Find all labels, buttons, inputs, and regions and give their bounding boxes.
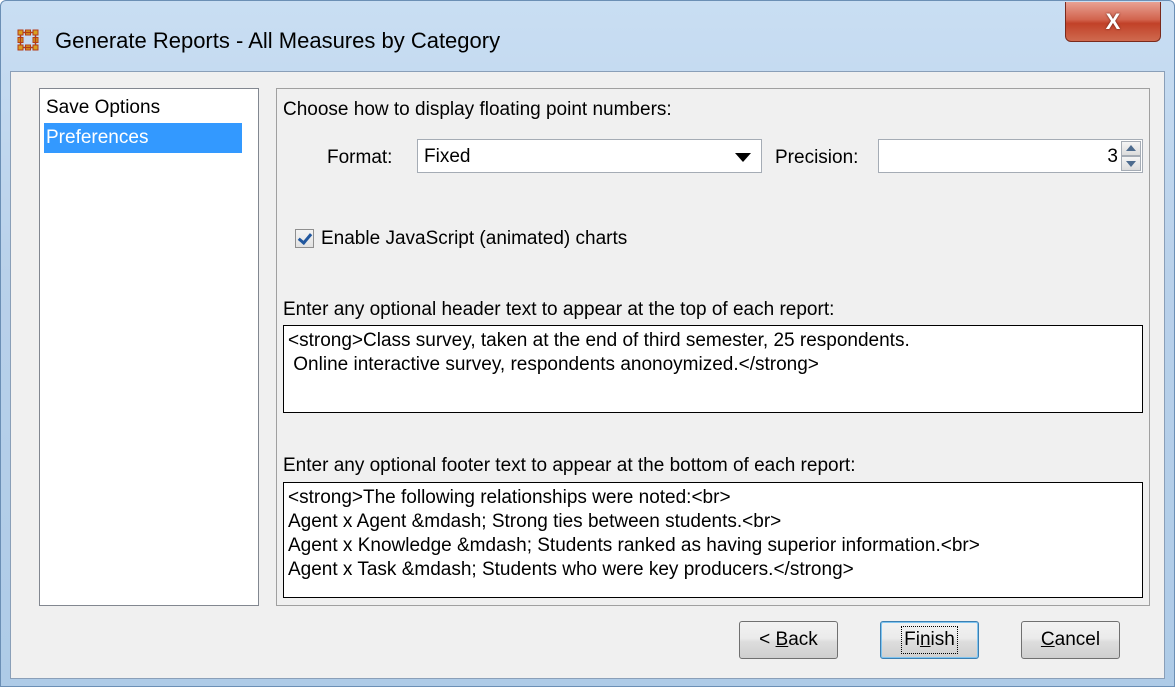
dialog-window: Generate Reports - All Measures by Categ…: [0, 0, 1175, 687]
footer-text-line: Agent x Agent &mdash; Strong ties betwee…: [288, 511, 782, 532]
footer-text-prompt: Enter any optional footer text to appear…: [283, 455, 856, 476]
format-select[interactable]: Fixed: [417, 139, 762, 173]
precision-label: Precision:: [775, 147, 859, 168]
float-format-prompt: Choose how to display floating point num…: [283, 99, 672, 120]
close-icon: X: [1105, 8, 1121, 34]
cancel-button[interactable]: Cancel: [1021, 621, 1120, 659]
dialog-body: Save Options Preferences Choose how to d…: [10, 71, 1165, 679]
window-title: Generate Reports - All Measures by Categ…: [55, 28, 501, 53]
dropdown-arrow-icon: [735, 153, 751, 162]
nav-item-label: Save Options: [46, 97, 161, 118]
preferences-panel: Choose how to display floating point num…: [276, 88, 1150, 606]
nav-item-save-options[interactable]: Save Options: [44, 93, 242, 123]
finish-button[interactable]: Finish: [880, 621, 979, 659]
format-label: Format:: [327, 147, 393, 168]
header-text-prompt: Enter any optional header text to appear…: [283, 299, 835, 320]
header-text-line: Online interactive survey, respondents a…: [288, 354, 819, 375]
precision-spinner[interactable]: 3: [878, 139, 1143, 173]
close-button[interactable]: X: [1065, 2, 1161, 42]
finish-button-label: Finish: [901, 626, 958, 654]
footer-text-line: Agent x Knowledge &mdash; Students ranke…: [288, 535, 980, 556]
options-nav-list: Save Options Preferences: [39, 88, 259, 606]
app-network-icon: [17, 29, 39, 51]
spin-down-arrow-icon[interactable]: [1121, 156, 1141, 171]
header-textarea[interactable]: <strong>Class survey, taken at the end o…: [283, 325, 1143, 413]
title-bar[interactable]: Generate Reports - All Measures by Categ…: [1, 1, 1174, 71]
footer-textarea[interactable]: <strong>The following relationships were…: [283, 482, 1143, 598]
nav-item-label: Preferences: [46, 127, 149, 148]
precision-value: 3: [1107, 146, 1118, 167]
nav-item-preferences[interactable]: Preferences: [44, 123, 242, 153]
js-charts-label[interactable]: Enable JavaScript (animated) charts: [321, 228, 627, 250]
cancel-button-label: Cancel: [1040, 629, 1101, 650]
js-charts-checkbox[interactable]: [295, 229, 314, 248]
header-text-line: <strong>Class survey, taken at the end o…: [288, 330, 910, 351]
spin-up-arrow-icon[interactable]: [1121, 141, 1141, 156]
footer-text-line: <strong>The following relationships were…: [288, 487, 731, 508]
format-selected-value: Fixed: [424, 146, 471, 167]
back-button-label: < Back: [759, 629, 818, 650]
back-button[interactable]: < Back: [739, 621, 838, 659]
footer-text-line: Agent x Task &mdash; Students who were k…: [288, 559, 854, 580]
